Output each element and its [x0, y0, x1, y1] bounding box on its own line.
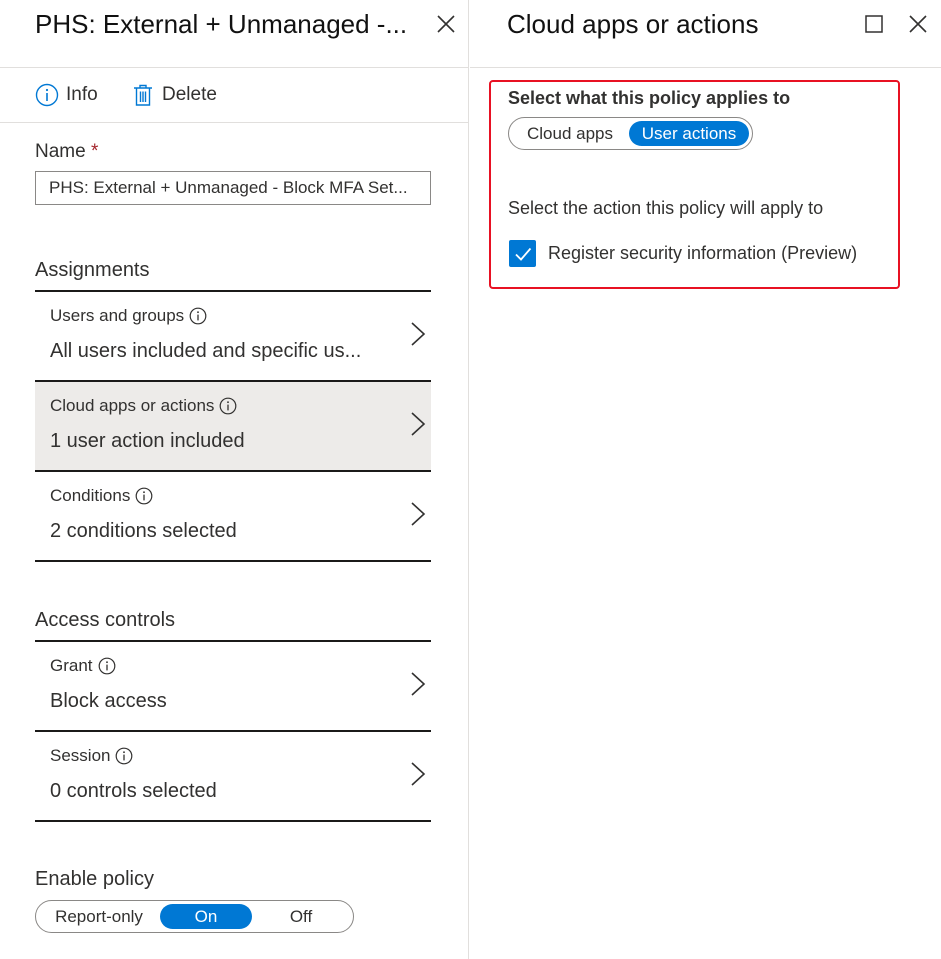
- row-title: Cloud apps or actions: [50, 396, 215, 415]
- row-title: Session: [50, 746, 111, 765]
- close-icon: [909, 15, 927, 33]
- chevron-right-icon: [411, 412, 426, 436]
- access-controls-title: Access controls: [35, 609, 176, 631]
- action-label: Select the action this policy will apply…: [508, 198, 824, 218]
- row-value: 0 controls selected: [50, 780, 217, 802]
- info-icon[interactable]: [219, 397, 237, 415]
- name-input[interactable]: PHS: External + Unmanaged - Block MFA Se…: [35, 171, 431, 205]
- row-value: Block access: [50, 690, 167, 712]
- name-label: Name *: [35, 141, 99, 162]
- row-title: Grant: [50, 656, 93, 675]
- info-icon[interactable]: [98, 657, 116, 675]
- policy-blade: PHS: External + Unmanaged -... Info Dele…: [0, 0, 469, 959]
- cloud-apps-or-actions-row[interactable]: Cloud apps or actions 1 user action incl…: [35, 380, 431, 470]
- enable-policy-toggle: Report-only On Off: [35, 900, 354, 933]
- row-title: Users and groups: [50, 306, 185, 325]
- policy-blade-header: PHS: External + Unmanaged -...: [0, 0, 468, 68]
- cloud-apps-blade-title: Cloud apps or actions: [507, 9, 759, 39]
- user-actions-option[interactable]: User actions: [629, 121, 749, 146]
- info-icon[interactable]: [189, 307, 207, 325]
- cloud-apps-blade: Cloud apps or actions Select what this p…: [470, 0, 941, 959]
- info-icon[interactable]: [135, 487, 153, 505]
- delete-label: Delete: [162, 84, 217, 105]
- assignments-title: Assignments: [35, 259, 150, 281]
- info-icon: [35, 83, 59, 107]
- chevron-right-icon: [411, 502, 426, 526]
- on-option[interactable]: On: [160, 904, 252, 929]
- register-security-info-checkbox[interactable]: [509, 240, 536, 267]
- session-row[interactable]: Session 0 controls selected: [35, 730, 431, 822]
- close-policy-blade-button[interactable]: [432, 10, 460, 38]
- grant-row[interactable]: Grant Block access: [35, 640, 431, 730]
- applies-to-label: Select what this policy applies to: [508, 88, 791, 108]
- row-value: All users included and specific us...: [50, 340, 362, 362]
- conditions-row[interactable]: Conditions 2 conditions selected: [35, 470, 431, 562]
- delete-button[interactable]: Delete: [131, 83, 217, 107]
- policy-blade-title: PHS: External + Unmanaged -...: [35, 9, 408, 39]
- delete-icon: [134, 84, 152, 106]
- row-title: Conditions: [50, 486, 131, 505]
- cloud-apps-blade-header: Cloud apps or actions: [470, 0, 941, 68]
- command-bar: Info Delete: [0, 69, 468, 123]
- info-button[interactable]: Info: [35, 83, 98, 107]
- info-label: Info: [66, 84, 98, 105]
- close-icon: [437, 15, 455, 33]
- applies-to-toggle: Cloud apps User actions: [508, 117, 753, 150]
- off-option[interactable]: Off: [252, 904, 350, 929]
- info-icon[interactable]: [115, 747, 133, 765]
- row-value: 2 conditions selected: [50, 520, 237, 542]
- chevron-right-icon: [411, 322, 426, 346]
- chevron-right-icon: [411, 672, 426, 696]
- required-marker: *: [90, 141, 99, 162]
- report-only-option[interactable]: Report-only: [38, 904, 160, 929]
- close-cloud-apps-blade-button[interactable]: [904, 10, 932, 38]
- checkmark-icon: [514, 247, 531, 261]
- register-security-info-label[interactable]: Register security information (Preview): [548, 243, 857, 264]
- row-value: 1 user action included: [50, 430, 245, 452]
- maximize-button[interactable]: [860, 10, 888, 38]
- cloud-apps-option[interactable]: Cloud apps: [511, 121, 629, 146]
- maximize-icon: [865, 15, 883, 33]
- chevron-right-icon: [411, 762, 426, 786]
- users-and-groups-row[interactable]: Users and groups All users included and …: [35, 290, 431, 380]
- enable-policy-label: Enable policy: [35, 868, 154, 890]
